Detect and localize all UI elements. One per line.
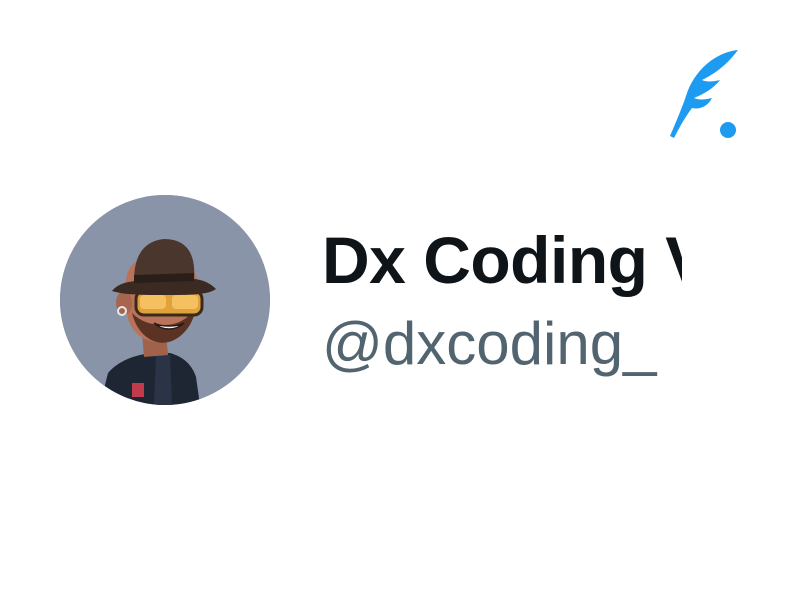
user-handle[interactable]: @dxcoding_	[322, 302, 682, 386]
profile-identity: Dx Coding Vibes @dxcoding_	[322, 218, 682, 388]
avatar[interactable]	[60, 195, 270, 405]
profile-card: Dx Coding Vibes @dxcoding_	[0, 0, 800, 600]
quill-logo-icon[interactable]	[664, 44, 744, 144]
display-name[interactable]: Dx Coding Vibes	[322, 218, 682, 302]
avatar-illustration	[60, 195, 270, 405]
